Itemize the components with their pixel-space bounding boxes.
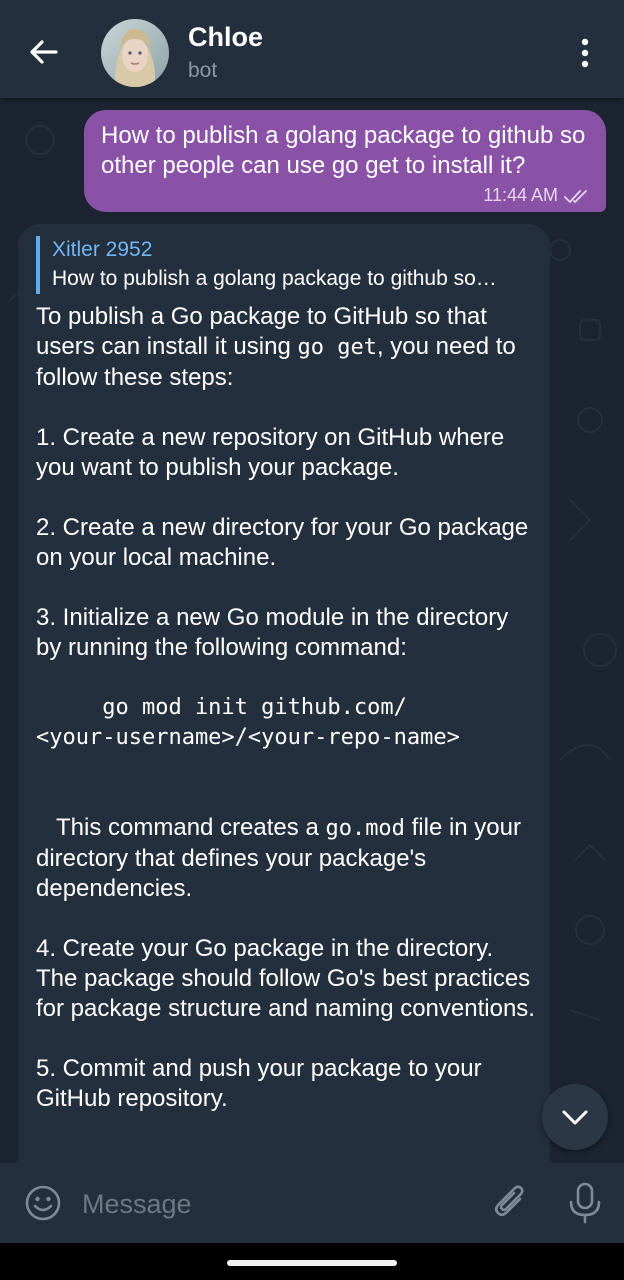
more-vertical-icon[interactable] (570, 36, 600, 70)
note-paragraph: This command creates a go.mod file in yo… (36, 814, 528, 902)
chat-subtitle: bot (188, 59, 218, 82)
chat-title[interactable]: Chloe (188, 22, 263, 53)
message-time: 11:44 AM (483, 185, 558, 205)
inline-code: go get (297, 335, 377, 360)
system-navigation-bar (0, 1243, 624, 1280)
code-block: go mod init github.com/ <your-username>/<… (36, 693, 536, 753)
message-body: To publish a Go package to GitHub so tha… (36, 302, 536, 1114)
code-line: <your-username>/<your-repo-name> (36, 725, 460, 750)
smiley-icon[interactable] (24, 1184, 62, 1222)
step-4: 4. Create your Go package in the directo… (36, 935, 535, 1022)
paperclip-icon[interactable] (490, 1183, 530, 1223)
inline-code: go.mod (325, 816, 405, 841)
reply-author: Xitler 2952 (52, 238, 153, 261)
incoming-message[interactable]: Xitler 2952 How to publish a golang pack… (18, 224, 550, 1184)
arrow-left-icon[interactable] (22, 30, 66, 74)
code-line: go mod init github.com/ (36, 695, 407, 720)
outgoing-message-text: How to publish a golang package to githu… (101, 122, 586, 179)
avatar[interactable] (101, 19, 169, 87)
step-3: 3. Initialize a new Go module in the dir… (36, 604, 509, 661)
outgoing-message[interactable]: How to publish a golang package to githu… (84, 110, 606, 212)
reply-quote[interactable]: Xitler 2952 How to publish a golang pack… (36, 236, 536, 294)
step-2: 2. Create a new directory for your Go pa… (36, 514, 529, 571)
message-composer (0, 1163, 624, 1243)
message-input[interactable] (80, 1183, 474, 1225)
scroll-down-button[interactable] (542, 1084, 608, 1150)
home-indicator[interactable] (227, 1260, 397, 1266)
step-1: 1. Create a new repository on GitHub whe… (36, 424, 505, 481)
double-check-icon (564, 189, 587, 203)
step-5: 5. Commit and push your package to your … (36, 1055, 482, 1112)
message-meta: 11:44 AM (483, 185, 592, 206)
microphone-icon[interactable] (567, 1182, 603, 1224)
chevron-down-icon (562, 1110, 588, 1125)
chat-header: Chloe bot (0, 0, 624, 98)
intro-paragraph: To publish a Go package to GitHub so tha… (36, 303, 516, 391)
reply-preview: How to publish a golang package to githu… (52, 267, 497, 290)
